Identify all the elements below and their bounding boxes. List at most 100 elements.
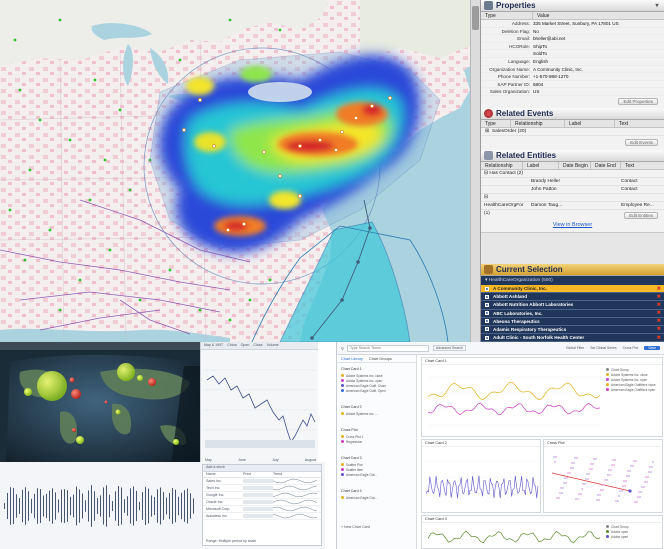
property-row[interactable]: Address: 335 Market Street, Sunbury, PA 1… [481,20,664,28]
chart-card-1-plot[interactable] [422,365,604,435]
entity-row[interactable]: Damon Taug... Employee Re... [481,202,664,210]
selection-group[interactable]: ▾ HealthCareOrganization (500) [481,275,664,285]
selection-item[interactable]: Abeona Therapeutics ✖ [481,317,664,326]
edit-events-button[interactable]: Edit Events [625,138,658,146]
sidebar-series[interactable]: American Eagle Outfi. Close [341,383,386,388]
legend-entry[interactable]: American Eagle Outfitters open [606,387,662,392]
entity-text: Employee Re... [621,202,654,208]
current-selection-header[interactable]: Current Selection [481,263,664,276]
set-global-series-button[interactable]: Set Global Series [590,346,616,350]
selection-item[interactable]: Abbott Nutrition Abbott Laboratories ✖ [481,301,664,310]
remove-icon[interactable]: ✖ [657,318,661,324]
remove-icon[interactable]: ✖ [657,326,661,332]
remove-icon[interactable]: ✖ [657,302,661,308]
global-filter-button[interactable]: Global Filter [566,346,584,350]
cross-plot-card[interactable]: Cross Plot [543,439,663,513]
sidebar-series[interactable]: Adobe Systems Inc. open [341,378,386,383]
watchlist-row[interactable]: Google Inc. [203,492,321,499]
save-button[interactable]: Save [644,346,660,350]
sidebar-series[interactable]: Adobe Systems Inc. close [341,373,386,378]
property-row[interactable]: Language: English [481,58,664,66]
sidebar-series[interactable]: American Eagle Outfi. Open [341,388,386,393]
watchlist-row[interactable]: Tech Inc. [203,485,321,492]
watchlist-row[interactable]: Oracle Inc. [203,499,321,506]
selection-item[interactable]: Adamis Respiratory Therapeutics ✖ [481,325,664,335]
property-row[interactable]: Phone Number: +1-570-988-1270 [481,73,664,81]
sidebar-group[interactable]: Chart Card 3 Scatter Plot Scatter Item Amer… [341,456,377,477]
related-entities-header[interactable]: Related Entities [481,149,664,162]
event-row-expander[interactable]: ⊞ [481,128,489,135]
collapse-icon[interactable]: ▾ [653,2,661,10]
selection-item[interactable]: Abbott Ashland ✖ [481,293,664,302]
map-canvas[interactable] [0,0,480,342]
chart-card-2[interactable]: Chart Card 2 [421,439,541,513]
edit-properties-button[interactable]: Edit Properties [618,97,658,105]
stock-tab-4[interactable]: Volume [267,343,279,348]
selection-item[interactable]: A Community Clinic, Inc. ✖ [481,284,664,294]
entity-row[interactable]: John Patton Contact [481,186,664,194]
chart-card-3-plot[interactable] [422,523,604,549]
properties-header[interactable]: Properties ▾ [481,0,664,12]
remove-icon[interactable]: ✖ [657,286,661,292]
legend-entry[interactable]: American Eagle Outfitters close [606,382,662,387]
property-row[interactable]: SAP Partner ID: 6804 [481,81,664,89]
watchlist-row[interactable]: Sales Inc. [203,478,321,485]
chart-card-2-plot[interactable] [422,447,540,511]
sidebar-group[interactable]: Chart Card 4 American Eagle Out... [341,489,377,500]
dashboard-search-input[interactable] [346,344,429,352]
property-row[interactable]: Sales Organization: US [481,88,664,96]
sidebar-series[interactable]: Regression [341,439,363,444]
stock-tab-2[interactable]: Open [241,343,250,348]
related-events-header[interactable]: Related Events [481,107,664,120]
selection-item[interactable]: ABC Laboratories, Inc. ✖ [481,309,664,318]
tab-chart-groups[interactable]: Chart Groups [369,357,392,361]
world-bubble-map[interactable] [0,342,210,472]
stock-tab-3[interactable]: Close [253,343,262,348]
property-row[interactable]: Email: bheller@abi.net [481,35,664,43]
map-scrollbar-thumb[interactable] [472,6,479,30]
remove-icon[interactable]: ✖ [657,294,661,300]
volume-bar [139,501,140,511]
sidebar-series[interactable]: American Eagle Out... [341,472,377,477]
world-map-canvas[interactable] [0,342,210,472]
watchlist-title[interactable]: Add a stock [203,465,321,472]
selection-item[interactable]: Adult Clinic - South Norfolk Health Cent… [481,334,664,342]
cross-plot-chart[interactable] [544,447,662,511]
entity-expander-icon[interactable]: ⊟ [484,195,488,200]
new-chart-card-button[interactable]: + New Chart Card [341,525,370,529]
advanced-search-button[interactable]: Advanced Search [432,345,466,351]
property-row[interactable]: SoldTo [481,50,664,58]
remove-icon[interactable]: ✖ [657,310,661,316]
heatmap-map[interactable] [0,0,480,342]
bubble-large[interactable] [37,371,67,401]
sidebar-group[interactable]: Cross Plot Cross Plot 1 Regression [341,428,363,444]
volume-bar [37,488,38,524]
stock-line-chart[interactable] [201,350,319,454]
remove-icon[interactable]: ✖ [657,335,661,341]
stock-tab-1[interactable]: China [227,343,236,348]
property-row[interactable]: Deletion Flag: No [481,28,664,36]
chart-card-3[interactable]: Chart Card 3 Chart Group Adobe open Adobe … [421,515,663,549]
watchlist-row[interactable]: Autodesk Inc. [203,513,321,520]
tab-chart-library[interactable]: Chart Library [341,357,363,361]
edit-entities-button[interactable]: Edit Entities [624,211,658,219]
entity-row[interactable]: ⊟ HealthCareOrgFor (1) [481,194,664,216]
watchlist-row[interactable]: Microsoft Corp. [203,506,321,513]
legend-entry[interactable]: Adobe open [606,534,662,539]
stock-tab-0[interactable]: May & 1997 [204,343,223,348]
scatter-point [608,469,610,471]
event-row[interactable]: ⊞ SalesOrder (20) [481,128,664,136]
entity-row[interactable]: ⊟ Has Contact (2) [481,170,664,178]
property-row[interactable]: HCORole: ShipTo [481,43,664,51]
chart-card-1[interactable]: Chart Card 1 Chart Group Adobe Systems In… [421,357,663,437]
view-in-browser-link[interactable]: View in Browser [481,222,664,232]
property-row[interactable]: Organization Name: A Community Clinic, In… [481,66,664,74]
sidebar-series[interactable]: Adobe Systems Inc. ... [341,411,378,416]
pin-icon[interactable]: ⚲ [341,346,344,351]
map-scrollbar[interactable] [470,0,480,342]
sidebar-series[interactable]: American Eagle Out... [341,495,377,500]
cross-plot-button[interactable]: Cross Plot [623,346,639,350]
sidebar-group[interactable]: Chart Card 1 Adobe Systems Inc. close Adob… [341,367,386,393]
sidebar-group[interactable]: Chart Card 2 Adobe Systems Inc. ... [341,405,378,416]
entity-row[interactable]: Brandy Heller Contact [481,178,664,186]
